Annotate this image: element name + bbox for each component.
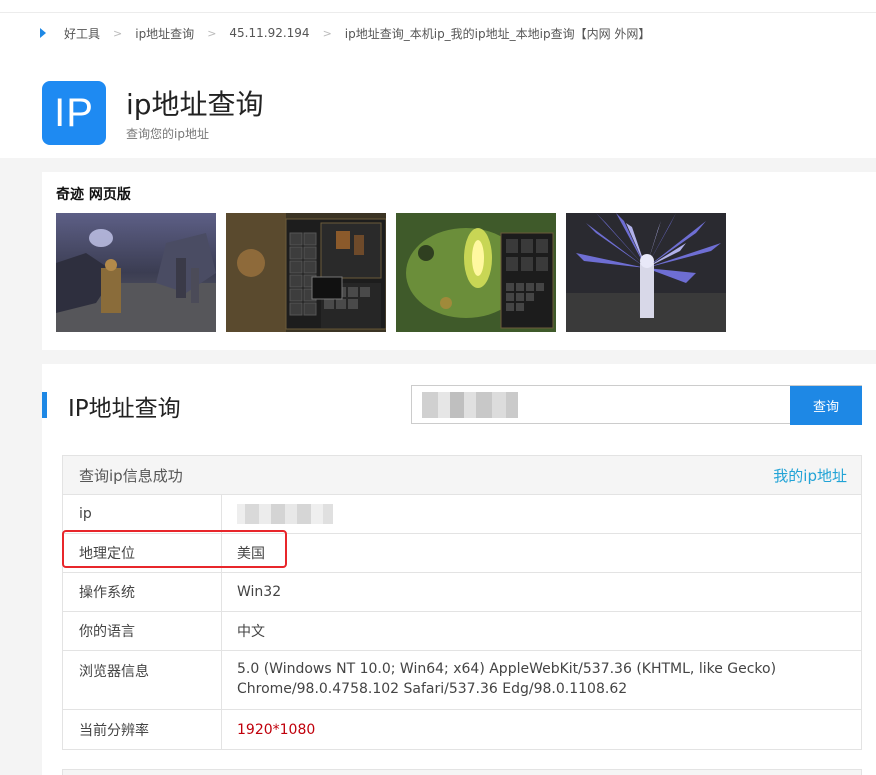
row-value: 中文 (237, 624, 265, 640)
ad-panel: 奇迹 网页版 (42, 172, 876, 350)
site-logo[interactable]: IP (42, 81, 106, 145)
row-label: 当前分辨率 (63, 710, 222, 749)
table-row: 浏览器信息 5.0 (Windows NT 10.0; Win64; x64) … (63, 651, 861, 710)
page-header: 好工具 > ip地址查询 > 45.11.92.194 > ip地址查询_本机i… (0, 13, 876, 158)
ad-thumbnails (56, 213, 726, 332)
row-label: 你的语言 (63, 612, 222, 650)
section-accent-bar (42, 392, 47, 418)
breadcrumb-separator: > (113, 26, 123, 40)
next-section-header (62, 769, 862, 775)
breadcrumb-arrow-icon (40, 28, 46, 38)
redacted-ip-blur (422, 392, 522, 418)
breadcrumb-separator: > (322, 26, 332, 40)
row-value-ip (222, 495, 861, 533)
ad-title[interactable]: 奇迹 网页版 (56, 184, 131, 204)
row-label: 地理定位 (63, 534, 222, 572)
row-value: 5.0 (Windows NT 10.0; Win64; x64) AppleW… (237, 661, 777, 697)
result-table: 查询ip信息成功 我的ip地址 ip 地理定位 美国 操作系统 Win32 你的… (62, 455, 862, 750)
row-label: 浏览器信息 (63, 651, 222, 709)
page-gutter (0, 158, 42, 775)
ad-thumbnail-4[interactable] (566, 213, 726, 332)
breadcrumb: 好工具 > ip地址查询 > 45.11.92.194 > ip地址查询_本机i… (40, 25, 650, 41)
table-row: 你的语言 中文 (63, 612, 861, 651)
result-status: 查询ip信息成功 (79, 466, 183, 485)
ip-lookup-panel: IP地址查询 查询 查询ip信息成功 我的ip地址 ip 地理定位 美国 操作系… (42, 364, 876, 775)
section-title: IP地址查询 (68, 396, 181, 422)
row-value: 美国 (237, 546, 265, 562)
breadcrumb-ip[interactable]: 45.11.92.194 (229, 26, 309, 40)
table-row: 地理定位 美国 (63, 534, 861, 573)
row-value: Win32 (237, 584, 282, 600)
table-row: 操作系统 Win32 (63, 573, 861, 612)
breadcrumb-ip-lookup[interactable]: ip地址查询 (135, 25, 194, 42)
ad-thumbnail-3[interactable] (396, 213, 556, 332)
search-box: 查询 (411, 385, 862, 425)
result-header: 查询ip信息成功 我的ip地址 (63, 456, 861, 495)
table-row: 当前分辨率 1920*1080 (63, 710, 861, 749)
row-label: 操作系统 (63, 573, 222, 611)
ad-thumbnail-2[interactable] (226, 213, 386, 332)
my-ip-link[interactable]: 我的ip地址 (773, 465, 847, 486)
breadcrumb-current: ip地址查询_本机ip_我的ip地址_本地ip查询【内网 外网】 (344, 26, 651, 41)
search-button[interactable]: 查询 (790, 386, 862, 425)
row-value-resolution: 1920*1080 (237, 721, 316, 738)
breadcrumb-separator: > (207, 26, 217, 40)
page-title: ip地址查询 (126, 88, 264, 121)
table-row: ip (63, 495, 861, 534)
row-label: ip (63, 495, 222, 533)
top-border (0, 0, 876, 13)
redacted-ip-value (237, 504, 333, 524)
breadcrumb-home[interactable]: 好工具 (64, 25, 100, 42)
page-subtitle: 查询您的ip地址 (126, 127, 209, 141)
ad-thumbnail-1[interactable] (56, 213, 216, 332)
